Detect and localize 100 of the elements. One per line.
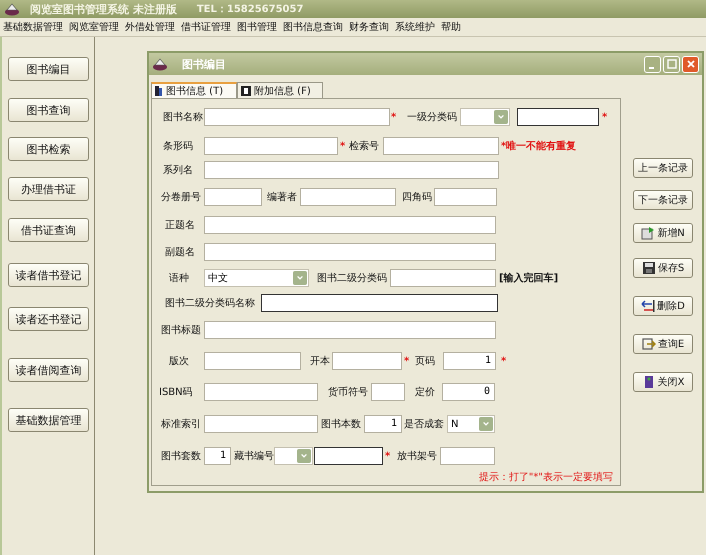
sidebar-button[interactable]: 图书查询 — [8, 98, 89, 122]
field-label: 页码 — [415, 355, 436, 368]
menu-item[interactable]: 系统维护 — [395, 20, 435, 34]
action-button[interactable]: 新增N — [633, 223, 693, 243]
menu-item[interactable]: 外借处管理 — [125, 20, 175, 34]
field-label: 编著者 — [267, 190, 298, 204]
input-field[interactable] — [204, 188, 262, 206]
field-label: 藏书编号 — [234, 450, 274, 463]
field-label: 分卷册号 — [161, 191, 202, 204]
required-mark: * — [340, 140, 346, 152]
action-button[interactable]: 查询E — [633, 334, 693, 354]
field-label: 图书套数 — [161, 450, 202, 463]
input-field[interactable] — [314, 447, 383, 465]
input-field[interactable] — [204, 161, 499, 179]
field-label: 标准索引 — [161, 418, 202, 431]
field-label: 一级分类码 — [407, 110, 457, 124]
sidebar-button[interactable]: 办理借书证 — [8, 177, 89, 201]
input-field[interactable] — [332, 352, 402, 370]
logo-icon — [152, 57, 168, 71]
field-label: 副题名 — [165, 246, 196, 259]
field-label: 图书名称 — [163, 110, 203, 124]
book-icon — [154, 85, 164, 97]
action-button[interactable]: 关闭X — [633, 372, 693, 392]
field-label: 图书二级分类码名称 — [165, 296, 256, 310]
tab[interactable]: 附加信息 (F) — [237, 82, 323, 98]
required-mark: * — [404, 356, 410, 366]
action-button[interactable]: 下一条记录 — [633, 190, 693, 210]
action-button[interactable]: 保存S — [633, 258, 693, 278]
arrows-icon — [641, 299, 656, 313]
minimize-icon — [649, 67, 654, 69]
field-label: 条形码 — [163, 140, 194, 153]
sidebar-button[interactable]: 读者借阅查询 — [8, 358, 89, 382]
input-field[interactable] — [300, 188, 396, 206]
dropdown[interactable]: N — [447, 415, 495, 433]
input-field[interactable] — [204, 415, 318, 433]
maximize-icon — [666, 59, 676, 69]
field-label: 系列名 — [163, 164, 194, 177]
field-label: 是否成套 — [404, 418, 445, 431]
field-label: 检索号 — [349, 140, 380, 153]
required-mark: * — [501, 356, 508, 366]
input-field[interactable] — [204, 383, 318, 401]
phone-number: TEL：15825675057 — [196, 3, 304, 16]
input-field[interactable]: 1 — [204, 447, 231, 465]
action-button[interactable]: 删除D — [633, 296, 693, 316]
input-field[interactable] — [434, 188, 497, 206]
action-button[interactable]: 上一条记录 — [633, 158, 693, 178]
field-label: 语种 — [169, 272, 190, 285]
app-title: 阅览室图书管理系统 未注册版 — [30, 2, 177, 16]
input-field[interactable] — [390, 269, 496, 287]
menu-item[interactable]: 基础数据管理 — [3, 20, 63, 34]
input-field[interactable] — [204, 216, 496, 234]
field-label: 正题名 — [165, 219, 196, 232]
required-mark: * — [385, 450, 392, 462]
dropdown[interactable] — [274, 447, 313, 465]
input-field[interactable] — [517, 108, 599, 126]
hint-text: 提示：打了"*"表示一定要填写 — [478, 470, 613, 484]
field-label: 图书二级分类码 — [317, 272, 388, 285]
sidebar-button[interactable]: 图书检索 — [8, 137, 89, 161]
sidebar-button[interactable]: 读者还书登记 — [8, 307, 89, 331]
sidebar-button[interactable]: 读者借书登记 — [8, 263, 89, 287]
field-label: ISBN码 — [159, 386, 194, 399]
input-field[interactable] — [204, 352, 301, 370]
window-title: 图书编目 — [182, 56, 226, 72]
field-label: 图书标题 — [161, 324, 202, 337]
input-field[interactable] — [383, 137, 499, 155]
close-icon — [686, 59, 696, 69]
menu-item[interactable]: 财务查询 — [349, 20, 389, 34]
input-field[interactable]: 1 — [443, 352, 496, 370]
sidebar-button[interactable]: 图书编目 — [8, 57, 89, 81]
field-label: 四角码 — [402, 191, 433, 204]
menu-item[interactable]: 帮助 — [441, 20, 461, 34]
field-label: 图书本数 — [321, 418, 362, 431]
field-label: 货币符号 — [328, 386, 368, 399]
dropdown[interactable]: 中文 — [204, 269, 309, 287]
menu-item[interactable]: 借书证管理 — [181, 20, 231, 34]
input-field[interactable] — [204, 243, 496, 261]
sidebar-button[interactable]: 基础数据管理 — [8, 408, 89, 432]
document-icon — [240, 84, 252, 96]
menu-item[interactable]: 图书信息查询 — [283, 20, 343, 34]
input-field[interactable] — [204, 137, 338, 155]
input-field[interactable]: 1 — [364, 415, 402, 433]
minimize-button[interactable] — [644, 56, 661, 72]
arrow-icon — [642, 337, 656, 351]
input-field[interactable] — [204, 321, 496, 339]
field-label: 版次 — [169, 355, 190, 368]
note-text: [输入完回车] — [499, 271, 560, 285]
menu-item[interactable]: 阅览室管理 — [69, 20, 119, 34]
dropdown[interactable] — [460, 108, 510, 126]
field-label: 放书架号 — [397, 450, 438, 463]
input-field[interactable] — [261, 294, 498, 312]
sidebar-button[interactable]: 借书证查询 — [8, 218, 89, 242]
tab[interactable]: 图书信息 (T) — [151, 82, 237, 98]
input-field[interactable] — [371, 383, 405, 401]
input-field[interactable] — [440, 447, 495, 465]
maximize-button[interactable] — [663, 56, 680, 72]
field-label: 定价 — [415, 386, 436, 399]
input-field[interactable]: 0 — [442, 383, 495, 401]
input-field[interactable] — [204, 108, 390, 126]
close-button[interactable] — [682, 56, 699, 72]
menu-item[interactable]: 图书管理 — [237, 20, 277, 34]
